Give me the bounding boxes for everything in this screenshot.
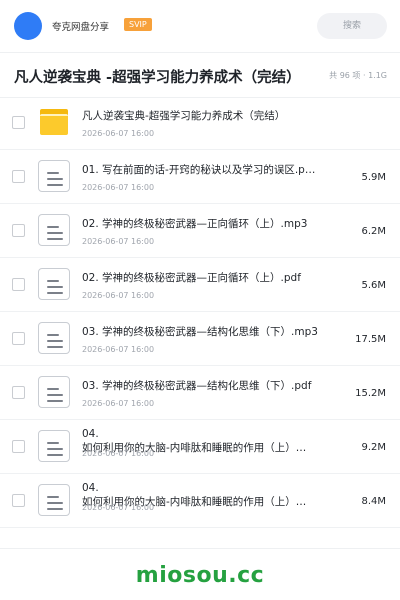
file-date: 2026-06-07 16:00	[82, 503, 155, 512]
file-date: 2026-06-07 16:00	[82, 183, 155, 192]
document-icon	[38, 430, 70, 462]
item-checkbox[interactable]	[12, 116, 25, 129]
list-item[interactable]: 02. 学神的终极秘密武器—正向循环（上）.mp3 2026-06-07 16:…	[0, 204, 400, 258]
username: 夸克网盘分享	[52, 22, 110, 33]
folder-meta: 共 96 项 · 1.1G	[329, 71, 387, 80]
file-name: 02. 学神的终极秘密武器—正向循环（上）.mp3	[82, 218, 308, 230]
file-date: 2026-06-07 16:00	[82, 449, 155, 458]
document-icon	[38, 376, 70, 408]
item-checkbox[interactable]	[12, 224, 25, 237]
list-item[interactable]: 03. 学神的终极秘密武器—结构化思维（下）.pdf 2026-06-07 16…	[0, 366, 400, 420]
list-item[interactable]: 01. 写在前面的话-开窍的秘诀以及学习的误区.p… 2026-06-07 16…	[0, 150, 400, 204]
top-bar: 夸克网盘分享 SVIP 搜索	[0, 0, 400, 52]
item-checkbox[interactable]	[12, 170, 25, 183]
item-checkbox[interactable]	[12, 386, 25, 399]
document-icon	[38, 322, 70, 354]
list-item[interactable]: 04. 如何利用你的大脑-内啡肽和睡眠的作用（上）… 2026-06-07 16…	[0, 474, 400, 528]
folder-header: 凡人逆袭宝典 -超强学习能力养成术（完结） 共 96 项 · 1.1G	[0, 52, 400, 98]
file-list: 凡人逆袭宝典-超强学习能力养成术（完结） 2026-06-07 16:00 01…	[0, 96, 400, 528]
file-date: 2026-06-07 16:00	[82, 129, 155, 138]
svip-badge: SVIP	[124, 18, 152, 31]
file-date: 2026-06-07 16:00	[82, 345, 155, 354]
folder-icon	[40, 109, 68, 135]
document-icon	[38, 484, 70, 516]
search-input[interactable]: 搜索	[317, 13, 387, 39]
file-size: 9.2M	[361, 442, 386, 453]
file-size: 17.5M	[355, 334, 386, 345]
file-size: 8.4M	[361, 496, 386, 507]
list-item[interactable]: 03. 学神的终极秘密武器—结构化思维（下）.mp3 2026-06-07 16…	[0, 312, 400, 366]
file-name: 01. 写在前面的话-开窍的秘诀以及学习的误区.p…	[82, 164, 316, 176]
item-checkbox[interactable]	[12, 440, 25, 453]
file-size: 6.2M	[361, 226, 386, 237]
file-name: 凡人逆袭宝典-超强学习能力养成术（完结）	[82, 110, 286, 122]
file-size: 5.6M	[361, 280, 386, 291]
avatar[interactable]	[14, 12, 42, 40]
document-icon	[38, 268, 70, 300]
item-checkbox[interactable]	[12, 278, 25, 291]
document-icon	[38, 160, 70, 192]
file-date: 2026-06-07 16:00	[82, 291, 155, 300]
file-name: 03. 学神的终极秘密武器—结构化思维（下）.mp3	[82, 326, 318, 338]
list-item[interactable]: 04. 如何利用你的大脑-内啡肽和睡眠的作用（上）… 2026-06-07 16…	[0, 420, 400, 474]
document-icon	[38, 214, 70, 246]
item-checkbox[interactable]	[12, 332, 25, 345]
page-title: 凡人逆袭宝典 -超强学习能力养成术（完结）	[14, 70, 301, 86]
list-item[interactable]: 凡人逆袭宝典-超强学习能力养成术（完结） 2026-06-07 16:00	[0, 96, 400, 150]
footer: miosou.cc	[0, 548, 400, 600]
file-size: 5.9M	[361, 172, 386, 183]
file-name: 02. 学神的终极秘密武器—正向循环（上）.pdf	[82, 272, 301, 284]
file-date: 2026-06-07 16:00	[82, 399, 155, 408]
file-name: 03. 学神的终极秘密武器—结构化思维（下）.pdf	[82, 380, 312, 392]
file-date: 2026-06-07 16:00	[82, 237, 155, 246]
watermark: miosou.cc	[135, 563, 265, 588]
file-size: 15.2M	[355, 388, 386, 399]
list-item[interactable]: 02. 学神的终极秘密武器—正向循环（上）.pdf 2026-06-07 16:…	[0, 258, 400, 312]
item-checkbox[interactable]	[12, 494, 25, 507]
